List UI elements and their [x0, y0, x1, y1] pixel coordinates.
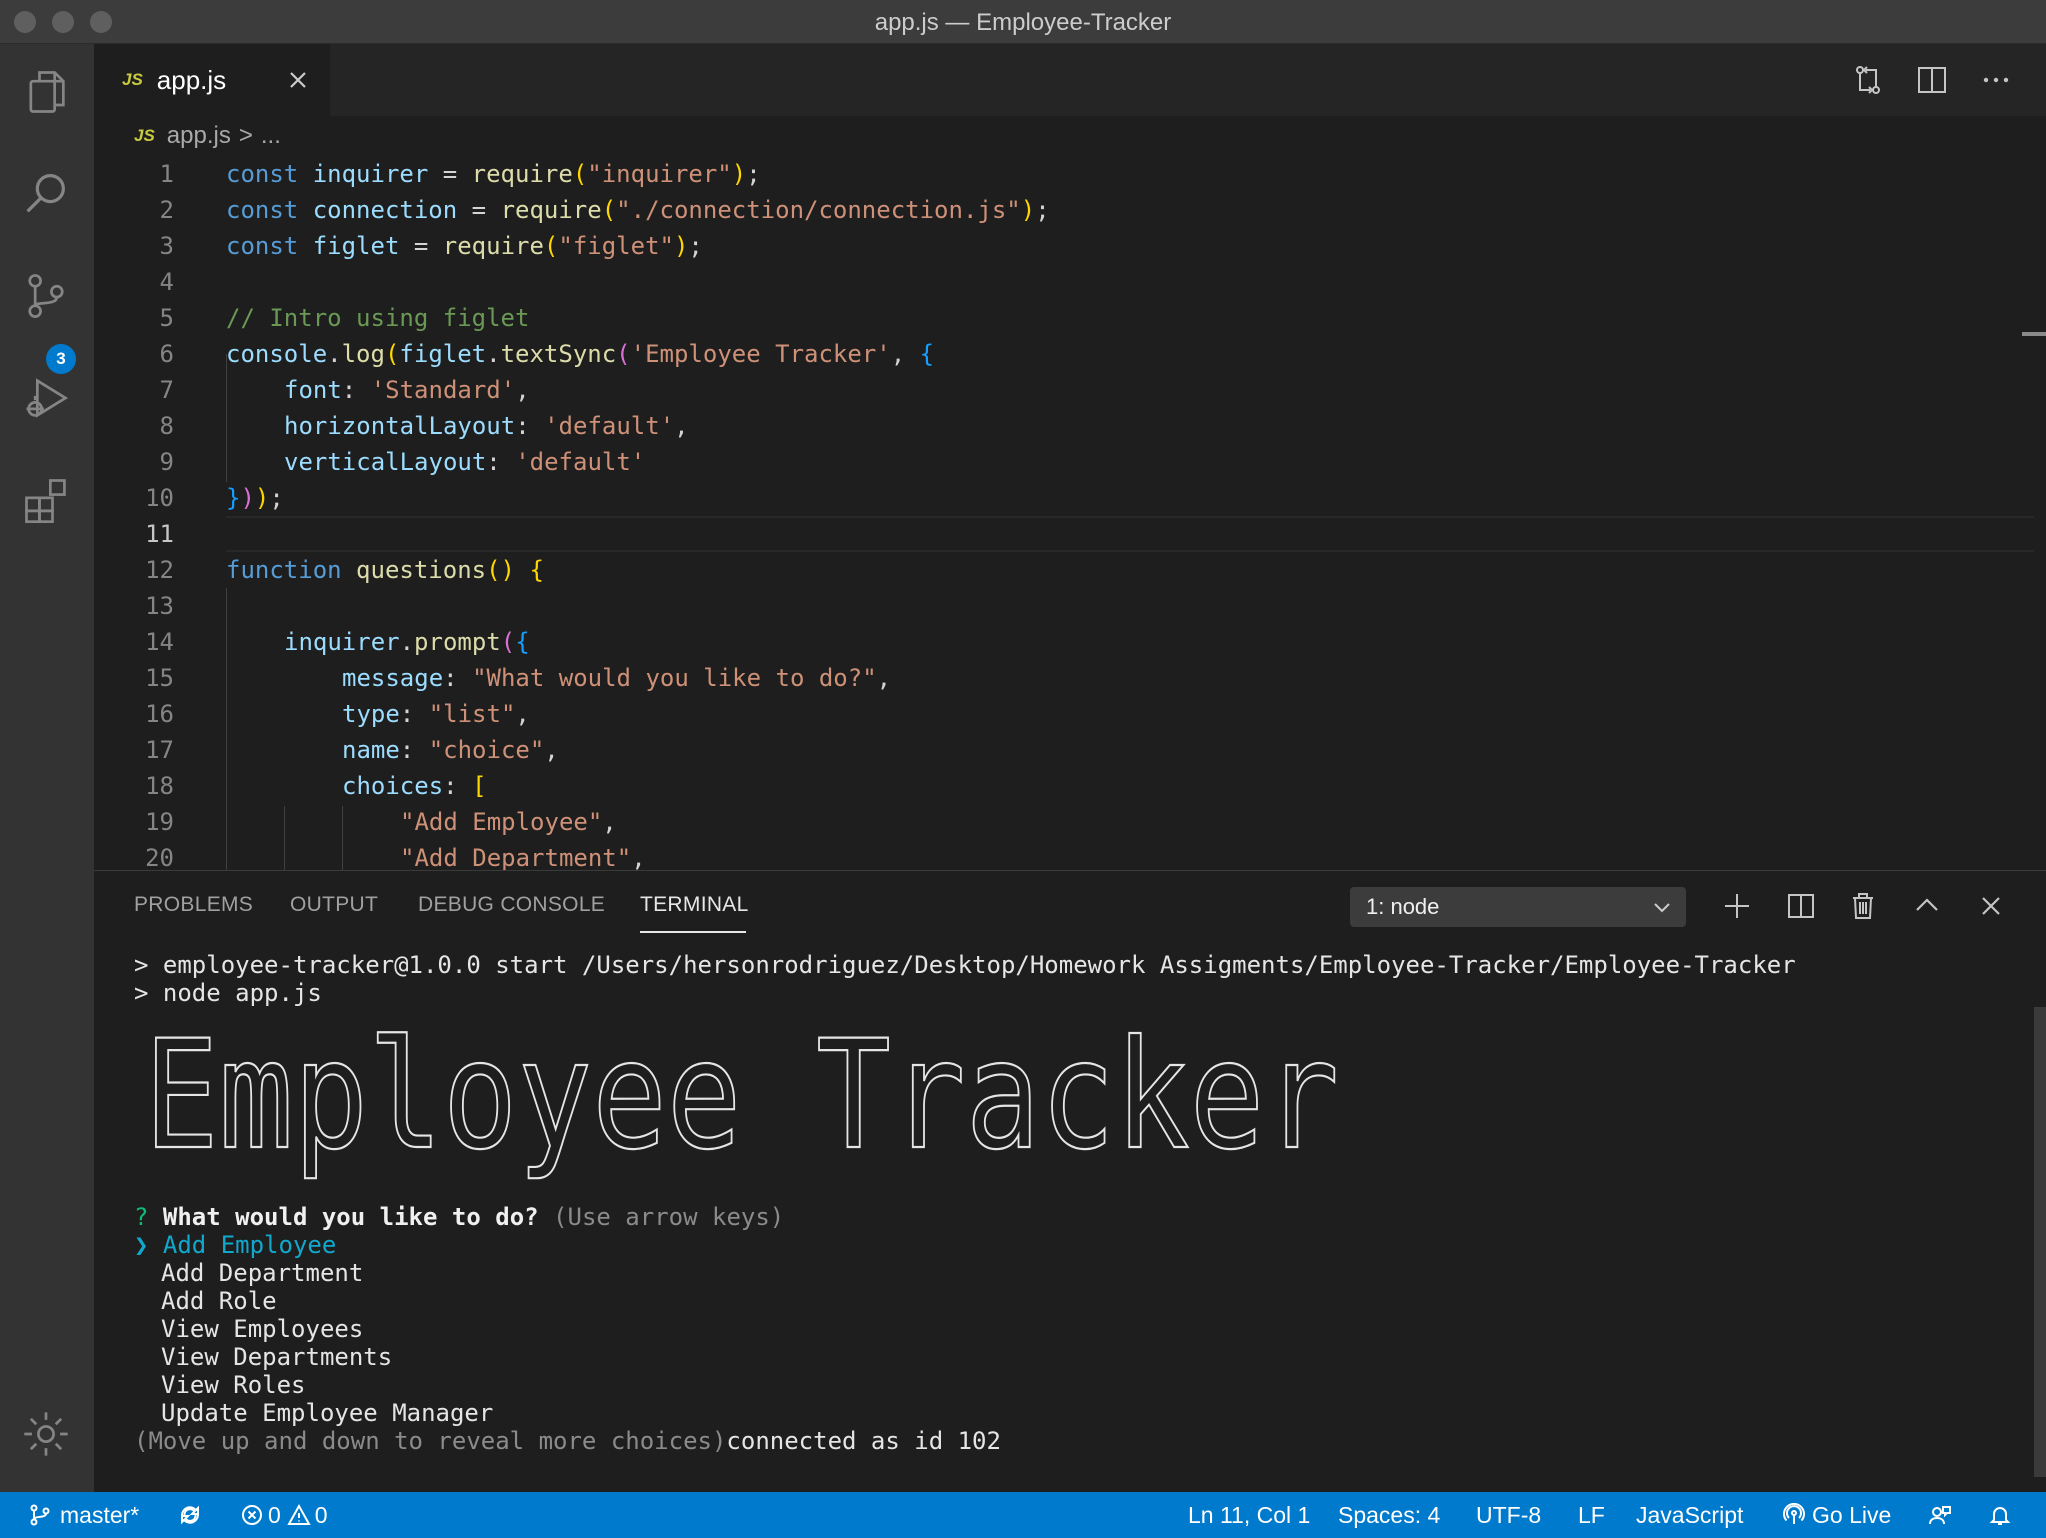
tab-problems[interactable]: PROBLEMS [134, 893, 253, 917]
code-line: 11 [145, 520, 174, 548]
explorer-icon[interactable] [16, 62, 76, 122]
code-line: 2 const connection = require("./connectio… [159, 196, 1050, 224]
code-editor[interactable]: 1 const inquirer = require("inquirer"); 2… [94, 156, 2046, 870]
sync-icon [181, 1505, 199, 1525]
broadcast-icon [1783, 1503, 1805, 1524]
error-count: 0 [268, 1501, 281, 1528]
bottom-panel: PROBLEMS OUTPUT DEBUG CONSOLE TERMINAL 1… [94, 870, 2046, 1492]
javascript-file-icon: JS [134, 126, 155, 145]
branch-status[interactable]: master* [28, 1492, 139, 1538]
code-line: 15 message: "What would you like to do?", [145, 664, 892, 692]
breadcrumb-file[interactable]: app.js [167, 122, 231, 150]
terminal-select[interactable]: 1: node [1350, 887, 1686, 927]
code-line: 13 [145, 592, 174, 620]
trash-icon[interactable] [1846, 889, 1880, 923]
ascii-banner-art: Employee Tracker [144, 1019, 1340, 1184]
open-changes-icon[interactable] [1850, 62, 1886, 98]
status-bar: master* 0 0 Ln 11, Col 1 Spaces: 4 UTF-8… [0, 1492, 2046, 1538]
prompt-line: ? What would you like to do? (Use arrow … [134, 1203, 785, 1231]
close-tab-icon[interactable] [284, 66, 312, 94]
choice-item-selected[interactable]: ❯ Add Employee [134, 1231, 336, 1259]
javascript-file-icon: JS [122, 70, 143, 89]
choice-item[interactable]: View Roles [161, 1371, 306, 1399]
code-line: 10})); [145, 484, 284, 512]
title-bar: app.js — Employee-Tracker [0, 0, 2046, 44]
code-line: 1 const inquirer = require("inquirer"); [159, 160, 761, 188]
tab-debug-console[interactable]: DEBUG CONSOLE [418, 893, 605, 917]
terminal-scrollbar[interactable] [2034, 1007, 2046, 1477]
choice-item[interactable]: Update Employee Manager [161, 1399, 493, 1427]
code-line: 19 "Add Employee", [145, 808, 617, 836]
overview-ruler-marker [2022, 332, 2046, 336]
sync-button[interactable] [178, 1492, 210, 1538]
search-icon[interactable] [16, 164, 76, 224]
branch-name: master* [60, 1501, 140, 1528]
ascii-banner-text: Employee Tracker [144, 1019, 1339, 1183]
terminal-line: > node app.js [134, 979, 322, 1007]
terminal-output[interactable]: > employee-tracker@1.0.0 start /Users/he… [134, 951, 2014, 1481]
code-line: 18 choices: [ [145, 772, 487, 800]
cursor-position[interactable]: Ln 11, Col 1 [1188, 1492, 1310, 1538]
breadcrumb-separator: > [238, 122, 253, 149]
language-mode[interactable]: JavaScript [1636, 1492, 1743, 1538]
warning-icon [287, 1503, 311, 1525]
choice-item[interactable]: View Employees [161, 1315, 363, 1343]
code-line: 6 console.log(figlet.textSync('Employee T… [159, 340, 935, 368]
tab-output[interactable]: OUTPUT [290, 893, 378, 917]
maximize-panel-icon[interactable] [1910, 889, 1944, 923]
activity-bar: 3 [0, 44, 94, 1492]
more-actions-icon[interactable] [1978, 62, 2014, 98]
choice-item[interactable]: View Departments [161, 1343, 392, 1371]
git-branch-icon [30, 1504, 50, 1526]
end-of-line[interactable]: LF [1578, 1492, 1605, 1538]
go-live-label: Go Live [1812, 1501, 1892, 1528]
code-line: 5// Intro using figlet [159, 304, 530, 332]
indentation[interactable]: Spaces: 4 [1338, 1492, 1440, 1538]
feedback-icon[interactable] [1928, 1492, 1960, 1538]
code-line: 20 "Add Department", [145, 844, 646, 870]
chevron-down-icon [1654, 903, 1670, 913]
choice-item[interactable]: Add Role [161, 1287, 277, 1315]
source-control-icon[interactable] [16, 266, 76, 326]
tab-app-js[interactable]: JS app.js [94, 44, 330, 116]
code-line: 12 function questions() { [145, 556, 544, 584]
terminal-select-value: 1: node [1366, 894, 1440, 919]
extensions-icon[interactable] [16, 470, 76, 530]
choice-item[interactable]: Add Department [161, 1259, 363, 1287]
notifications-bell-icon[interactable] [1988, 1492, 2020, 1538]
warning-count: 0 [314, 1501, 328, 1528]
split-editor-icon[interactable] [1914, 62, 1950, 98]
code-line: 4 [159, 268, 174, 296]
problems-status[interactable]: 0 0 [240, 1492, 328, 1538]
run-debug-icon[interactable] [16, 368, 76, 428]
window-title: app.js — Employee-Tracker [874, 9, 1172, 36]
tab-label: app.js [156, 64, 227, 95]
editor-tab-bar: JS app.js [94, 44, 2046, 116]
code-line: 17 name: "choice", [145, 736, 559, 764]
new-terminal-icon[interactable] [1720, 889, 1754, 923]
breadcrumb-more[interactable]: ... [261, 122, 281, 150]
terminal-footer-line: (Move up and down to reveal more choices… [134, 1427, 1001, 1455]
settings-gear-icon[interactable] [16, 1404, 76, 1464]
error-icon [242, 1505, 262, 1525]
code-line: 3 const figlet = require("figlet"); [159, 232, 703, 260]
code-line: 16 type: "list", [145, 700, 530, 728]
breadcrumb: JS app.js > ... [94, 116, 2046, 156]
tab-terminal[interactable]: TERMINAL [640, 893, 749, 917]
active-tab-indicator [640, 931, 746, 933]
split-terminal-icon[interactable] [1784, 889, 1818, 923]
go-live-button[interactable]: Go Live [1782, 1492, 1891, 1538]
terminal-line: > employee-tracker@1.0.0 start /Users/he… [134, 951, 1796, 979]
encoding[interactable]: UTF-8 [1476, 1492, 1541, 1538]
code-line: 8 horizontalLayout: 'default', [159, 412, 689, 440]
code-line: 14 inquirer.prompt({ [145, 628, 530, 656]
code-line: 7 font: 'Standard', [159, 376, 530, 404]
code-line: 9 verticalLayout: 'default' [159, 448, 646, 476]
close-panel-icon[interactable] [1974, 889, 2008, 923]
